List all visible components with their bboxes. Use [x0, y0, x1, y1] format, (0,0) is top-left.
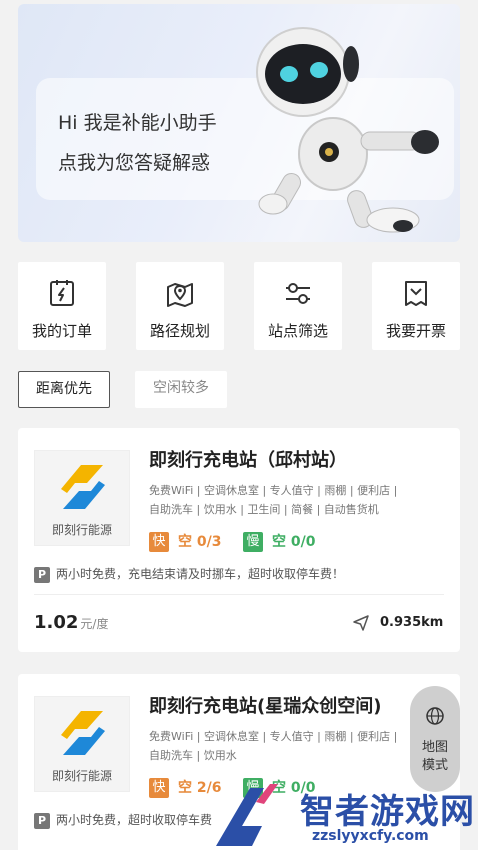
map-mode-button[interactable]: 地图 模式: [410, 686, 460, 792]
tile-my-orders[interactable]: 我的订单: [18, 262, 106, 350]
price-unit: 元/度: [80, 617, 109, 631]
parking-note: P 两小时免费，超时收取停车费: [34, 811, 212, 829]
globe-icon: [426, 707, 444, 725]
amenities-line: 免费WiFi | 空调休息室 | 专人值守 | 雨棚 | 便利店 |: [149, 484, 398, 497]
amenities-line: 自助洗车 | 饮用水 | 卫生间 | 简餐 | 自动售货机: [149, 503, 379, 516]
station-amenities: 免费WiFi | 空调休息室 | 专人值守 | 雨棚 | 便利店 | 自助洗车 …: [149, 727, 419, 765]
tile-label: 我要开票: [385, 322, 446, 340]
logo-text: 即刻行能源: [51, 769, 112, 783]
tile-invoice[interactable]: 我要开票: [372, 262, 460, 350]
tile-label: 站点筛选: [267, 322, 328, 340]
filter-icon: [286, 283, 310, 304]
station-logo: 即刻行能源: [34, 450, 130, 546]
divider: [34, 594, 444, 595]
parking-note-text: 两小时免费，充电结束请及时挪车，超时收取停车费！: [56, 567, 345, 581]
parking-note-text: 两小时免费，超时收取停车费: [56, 813, 213, 827]
sort-distance-chip[interactable]: 距离优先: [18, 371, 110, 408]
slow-availability: 空 0/0: [272, 534, 316, 550]
watermark-title: 智者游戏网: [300, 792, 475, 832]
fast-charge-badge: 快: [149, 532, 169, 552]
assistant-subtitle: 点我为您答疑解惑: [58, 152, 211, 174]
fast-charge-badge: 快: [149, 778, 169, 798]
map-route-icon: [167, 283, 193, 307]
fast-availability: 空 0/3: [178, 534, 222, 550]
brand-logo-icon: [61, 711, 105, 755]
station-logo: 即刻行能源: [34, 696, 130, 792]
sort-idle-chip[interactable]: 空闲较多: [135, 371, 227, 408]
station-amenities: 免费WiFi | 空调休息室 | 专人值守 | 雨棚 | 便利店 | 自助洗车 …: [149, 481, 419, 519]
tile-label: 我的订单: [31, 322, 92, 340]
parking-note: P 两小时免费，充电结束请及时挪车，超时收取停车费！: [34, 565, 344, 583]
price: 1.02 元/度: [34, 612, 108, 633]
logo-text: 即刻行能源: [51, 523, 112, 537]
map-mode-label: 地图: [421, 740, 448, 755]
parking-icon: P: [34, 567, 50, 583]
robot-illustration: [256, 27, 439, 233]
invoice-icon: [405, 281, 427, 306]
brand-logo-icon: [61, 465, 105, 509]
tile-label: 路径规划: [149, 322, 210, 340]
distance: 0.935km: [380, 615, 444, 630]
assistant-greeting: Hi 我是补能小助手: [58, 112, 217, 134]
watermark: 智者游戏网 zzslyyxcfy.com: [206, 780, 478, 850]
price-value: 1.02: [34, 612, 79, 633]
navigate-icon[interactable]: [352, 614, 370, 632]
station-name: 即刻行充电站(星瑞众创空间): [149, 696, 382, 717]
station-card[interactable]: 即刻行能源 即刻行充电站（邱村站） 免费WiFi | 空调休息室 | 专人值守 …: [18, 428, 460, 652]
tile-station-filter[interactable]: 站点筛选: [254, 262, 342, 350]
amenities-line: 免费WiFi | 空调休息室 | 专人值守 | 雨棚 | 便利店 |: [149, 730, 398, 743]
amenities-line: 自助洗车 | 饮用水: [149, 749, 237, 762]
station-name: 即刻行充电站（邱村站）: [149, 450, 347, 471]
tile-route-planning[interactable]: 路径规划: [136, 262, 224, 350]
assistant-banner[interactable]: Hi 我是补能小助手 点我为您答疑解惑: [18, 4, 460, 242]
slow-charge-badge: 慢: [243, 532, 263, 552]
watermark-url: zzslyyxcfy.com: [312, 828, 429, 844]
parking-icon: P: [34, 813, 50, 829]
watermark-logo-icon: [216, 784, 278, 846]
map-mode-label: 模式: [421, 758, 448, 773]
order-icon: [50, 280, 74, 306]
